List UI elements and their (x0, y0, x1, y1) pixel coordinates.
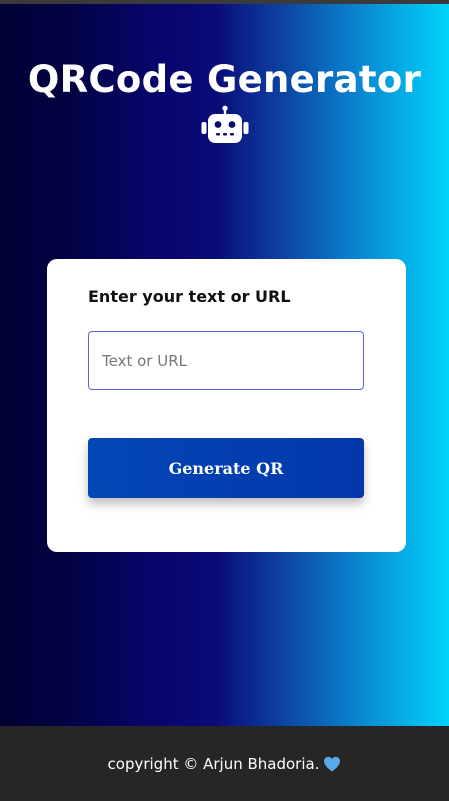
qr-form-card: Enter your text or URL Generate QR (47, 259, 406, 552)
page-title: QRCode Generator (27, 58, 422, 101)
robot-icon (201, 105, 249, 143)
hero-section: QRCode Generator Enter your text or URL … (0, 4, 449, 726)
footer: copyright © Arjun Bhadoria. (0, 726, 449, 801)
generate-qr-button[interactable]: Generate QR (88, 438, 364, 498)
footer-text-line: copyright © Arjun Bhadoria. (0, 754, 449, 774)
input-label: Enter your text or URL (88, 287, 291, 306)
heart-icon (324, 756, 341, 772)
copyright-text: copyright © Arjun Bhadoria. (107, 755, 320, 773)
text-url-input[interactable] (88, 331, 364, 390)
